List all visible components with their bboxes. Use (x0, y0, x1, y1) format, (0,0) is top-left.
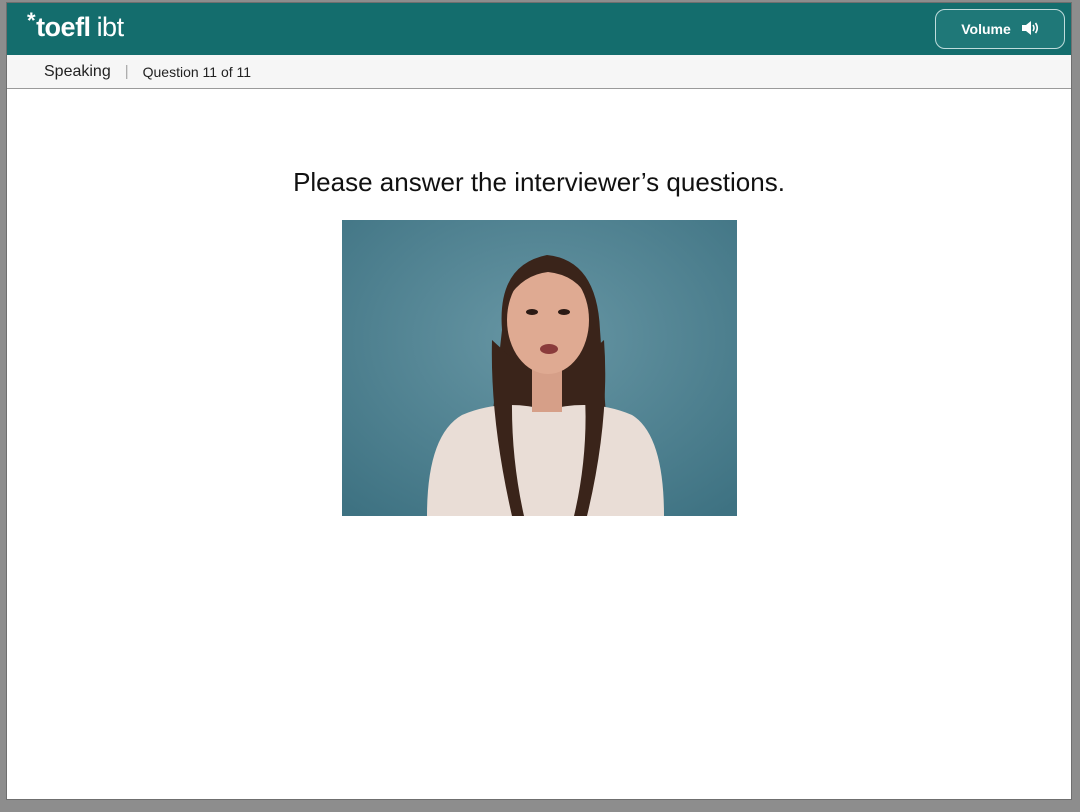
logo-text: toefl (36, 12, 91, 42)
logo-star: * (27, 8, 36, 33)
header-bar: * toefl ibt Volume (7, 3, 1071, 55)
volume-button[interactable]: Volume (935, 9, 1065, 49)
test-window: * toefl ibt Volume Speaking | Question 1… (6, 2, 1072, 800)
logo-suffix: ibt (96, 12, 125, 42)
interviewer-video (342, 220, 737, 516)
divider: | (124, 63, 129, 80)
question-prompt: Please answer the interviewer’s question… (293, 167, 785, 197)
volume-label: Volume (961, 21, 1011, 37)
section-name: Speaking (44, 62, 111, 80)
question-counter: Question 11 of 11 (142, 63, 252, 80)
toefl-ibt-logo: * toefl ibt (27, 8, 125, 43)
section-bar: Speaking | Question 11 of 11 (7, 55, 1071, 89)
speaker-icon (1021, 20, 1039, 39)
